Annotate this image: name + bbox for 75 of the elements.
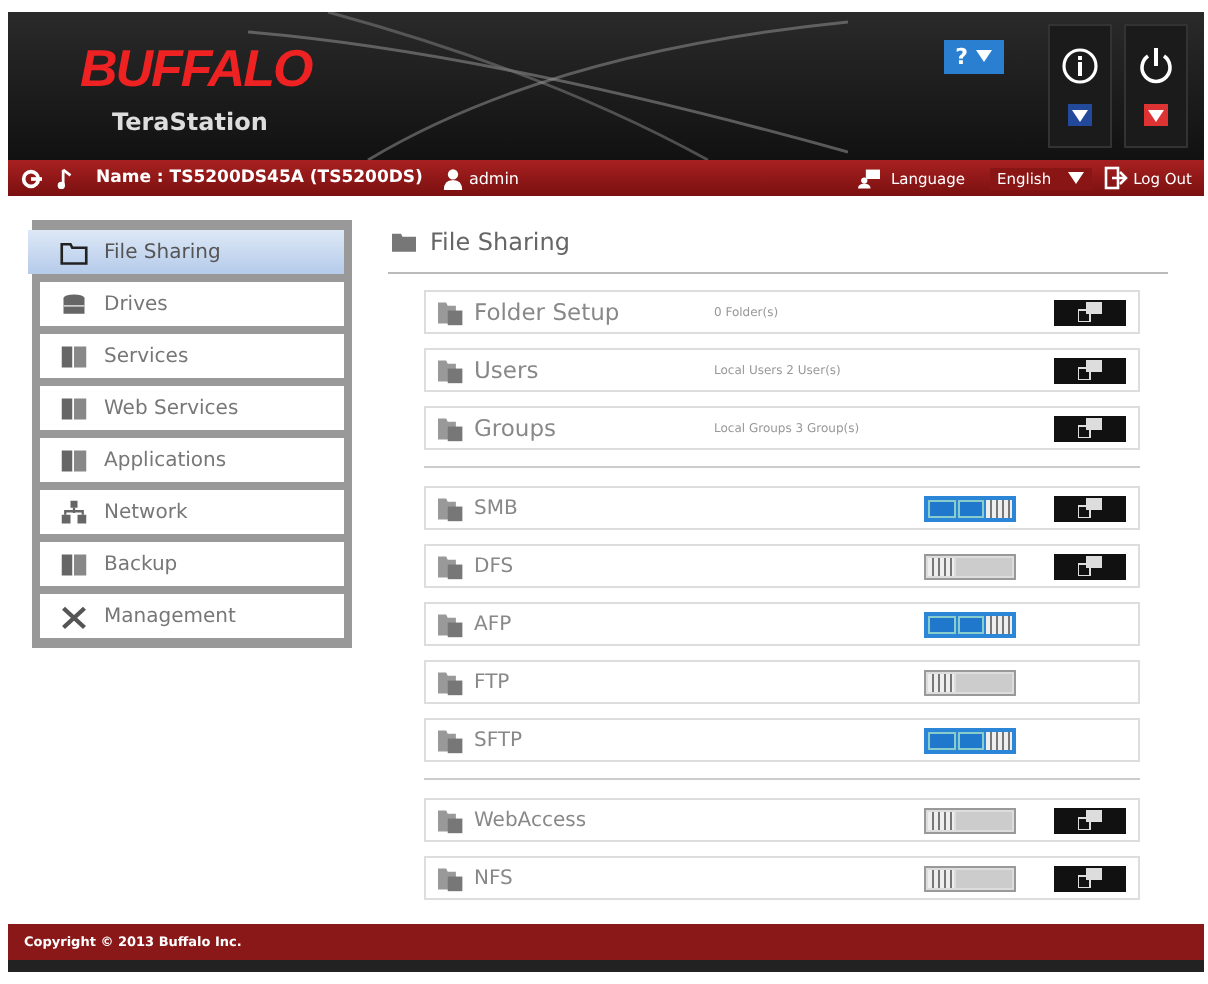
row-label: WebAccess (474, 809, 589, 831)
folder-icon (438, 611, 464, 637)
caret-icon (1148, 109, 1164, 122)
row-label: NFS (474, 867, 515, 889)
user-icon (442, 167, 465, 189)
caret-icon (1072, 109, 1088, 122)
toggle-switch[interactable] (924, 807, 1016, 833)
language-icon (857, 167, 879, 189)
folder-icon (438, 669, 464, 695)
toggle-switch[interactable] (924, 727, 1016, 753)
sidebar-item[interactable]: Network (40, 490, 344, 534)
user-name: admin (468, 169, 520, 187)
folder-icon (438, 495, 464, 521)
sidebar-item[interactable]: Backup (40, 542, 344, 586)
logo: BUFFALO (80, 37, 312, 99)
row-label: SFTP (474, 729, 525, 751)
settings-button[interactable] (1054, 807, 1126, 833)
settings-button[interactable] (1054, 357, 1126, 383)
folder-icon (438, 415, 464, 441)
windows-icon (1078, 810, 1102, 830)
row-label: SMB (474, 497, 520, 519)
row-label: Users (474, 356, 541, 384)
caret-icon (976, 50, 992, 62)
info-button[interactable] (1048, 24, 1112, 148)
toggle-switch[interactable] (924, 611, 1016, 637)
folder-icon (60, 239, 88, 265)
windows-icon (1078, 868, 1102, 888)
folder-icon (438, 727, 464, 753)
product-name: TeraStation (112, 107, 270, 135)
folder-icon (438, 807, 464, 833)
sidebar-item[interactable]: Services (40, 334, 344, 378)
tools-icon (60, 603, 88, 629)
caret-icon (1067, 172, 1084, 184)
music-note-icon[interactable] (54, 167, 76, 189)
sidebar-item[interactable]: Web Services (40, 386, 344, 430)
dropdown-button[interactable] (1068, 104, 1092, 127)
power-button[interactable] (1124, 24, 1188, 148)
toggle-switch[interactable] (924, 865, 1016, 891)
info-icon (1060, 45, 1100, 86)
settings-button[interactable] (1054, 299, 1126, 325)
power-icon (1136, 45, 1176, 86)
folder-icon (438, 299, 464, 325)
sidebar-item[interactable]: Drives (40, 282, 344, 326)
folder-icon (438, 357, 464, 383)
sidebar-item[interactable]: Management (40, 594, 344, 638)
row-label: Groups (474, 414, 559, 442)
folder-icon (392, 232, 416, 252)
device-name: Name : TS5200DS45A (TS5200DS) (96, 168, 423, 188)
sidebar-item[interactable]: Applications (40, 438, 344, 482)
row-label: AFP (474, 613, 514, 635)
windows-icon (1078, 418, 1102, 438)
dropdown-button[interactable] (1144, 104, 1168, 127)
windows-icon (1078, 302, 1102, 322)
row-label: DFS (474, 555, 516, 577)
toggle-switch[interactable] (924, 669, 1016, 695)
windows-icon (1078, 498, 1102, 518)
settings-button[interactable] (1054, 865, 1126, 891)
drive-icon (60, 291, 88, 317)
settings-button[interactable] (1054, 495, 1126, 521)
settings-button[interactable] (1054, 415, 1126, 441)
toggle-switch[interactable] (924, 553, 1016, 579)
sidebar-item[interactable]: File Sharing (28, 230, 344, 274)
toggle-switch[interactable] (924, 495, 1016, 521)
folder-icon (438, 865, 464, 891)
network-icon (60, 499, 88, 525)
help-button[interactable]: ? (943, 39, 1004, 73)
windows-icon (1078, 556, 1102, 576)
row-label: Folder Setup (474, 298, 622, 326)
folder-icon (438, 553, 464, 579)
logout-icon (1103, 166, 1128, 190)
settings-button[interactable] (1054, 553, 1126, 579)
refresh-icon[interactable] (20, 167, 42, 189)
windows-icon (1078, 360, 1102, 380)
row-label: FTP (474, 671, 512, 693)
page-title: File Sharing (430, 228, 570, 256)
